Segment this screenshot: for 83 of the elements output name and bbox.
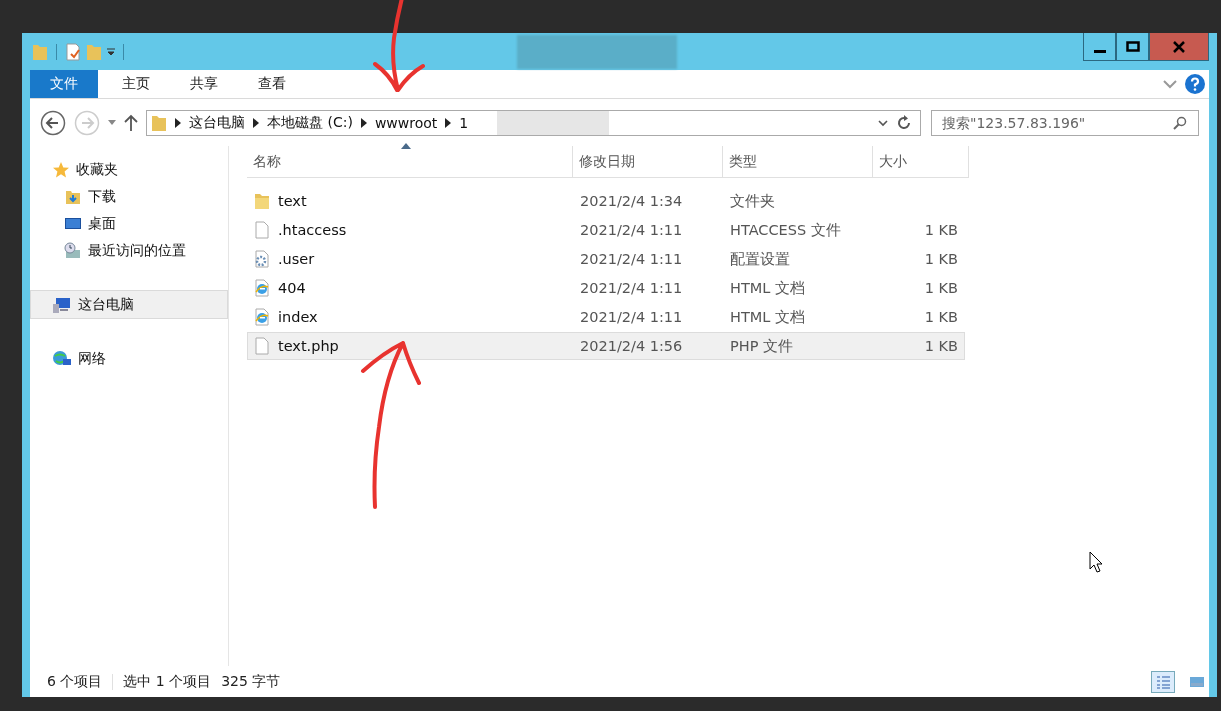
file-icon <box>254 337 270 355</box>
sidebar-item[interactable]: 网络 <box>30 345 228 372</box>
breadcrumb[interactable]: 这台电脑 <box>189 113 245 132</box>
sidebar-item[interactable]: 桌面 <box>30 210 228 237</box>
search-field[interactable]: 搜索"123.57.83.196" <box>931 109 1199 136</box>
type-text: PHP 文件 <box>730 336 793 356</box>
file-row[interactable]: text 2021/2/4 1:34 文件夹 <box>247 187 965 215</box>
chevron-icon[interactable] <box>175 117 181 128</box>
date-text: 2021/2/4 1:11 <box>580 280 683 296</box>
web-page-icon <box>254 279 270 297</box>
size-text: 1 KB <box>924 280 958 296</box>
breadcrumb[interactable]: wwwroot <box>374 114 438 131</box>
folder-icon <box>151 113 167 132</box>
back-icon[interactable] <box>40 109 66 136</box>
file-name: .user <box>278 251 315 267</box>
column-header[interactable]: 类型 <box>723 146 873 177</box>
file-row[interactable]: index 2021/2/4 1:11 HTML 文档 1 KB <box>247 303 965 331</box>
type-text: 文件夹 <box>730 191 775 211</box>
date-text: 2021/2/4 1:34 <box>580 193 683 209</box>
item-count: 6 个项目 <box>47 673 103 691</box>
column-header[interactable]: 大小 <box>873 146 969 177</box>
size-text: 1 KB <box>924 309 958 325</box>
address-bar[interactable]: 这台电脑 本地磁盘 (C:) wwwroot 1 <box>146 109 921 136</box>
up-arrow-icon[interactable] <box>124 113 138 132</box>
ribbon-tab[interactable]: 文件 <box>30 70 98 98</box>
help-icon[interactable] <box>1185 74 1205 94</box>
sidebar-item[interactable]: 最近访问的位置 <box>30 237 228 264</box>
close-icon <box>1172 39 1186 54</box>
maximize-button[interactable] <box>1116 33 1149 61</box>
sidebar-item[interactable]: 这台电脑 <box>30 290 228 319</box>
date-text: 2021/2/4 1:56 <box>580 338 683 354</box>
breadcrumb[interactable]: 1 <box>459 114 469 131</box>
file-icon <box>254 221 270 239</box>
search-icon[interactable] <box>1173 115 1187 130</box>
minimize-icon <box>1093 49 1106 53</box>
minimize-button[interactable] <box>1083 33 1116 61</box>
breadcrumb[interactable]: 本地磁盘 (C:) <box>267 113 353 132</box>
caret-icon[interactable] <box>108 119 116 126</box>
type-text: 配置设置 <box>730 249 790 269</box>
computer-icon <box>52 295 72 314</box>
dropdown-icon[interactable] <box>878 118 888 127</box>
details-view-icon <box>1155 674 1171 690</box>
network-icon <box>52 349 72 368</box>
file-row[interactable]: 404 2021/2/4 1:11 HTML 文档 1 KB <box>247 274 965 302</box>
dropdown-icon[interactable] <box>107 47 115 56</box>
type-text: HTML 文档 <box>730 307 805 327</box>
sidebar-item[interactable]: 收藏夹 <box>30 156 228 183</box>
thumbnail-view-icon <box>1189 674 1205 690</box>
type-text: HTACCESS 文件 <box>730 220 841 240</box>
settings-file-icon <box>254 250 270 268</box>
file-row[interactable]: .htaccess 2021/2/4 1:11 HTACCESS 文件 1 KB <box>247 216 965 244</box>
folder-icon <box>254 192 270 210</box>
file-row[interactable]: .user 2021/2/4 1:11 配置设置 1 KB <box>247 245 965 273</box>
date-text: 2021/2/4 1:11 <box>580 251 683 267</box>
web-page-icon <box>254 308 270 326</box>
refresh-icon[interactable] <box>896 113 912 132</box>
sidebar-item[interactable]: 下载 <box>30 183 228 210</box>
recent-places-icon <box>64 241 82 260</box>
selection-size: 325 字节 <box>221 673 281 691</box>
close-button[interactable] <box>1149 33 1209 61</box>
size-text: 1 KB <box>924 338 958 354</box>
date-text: 2021/2/4 1:11 <box>580 222 683 238</box>
size-text: 1 KB <box>924 222 958 238</box>
file-name: .htaccess <box>278 222 347 238</box>
file-name: text.php <box>278 338 339 354</box>
chevron-icon[interactable] <box>360 117 367 128</box>
file-name: index <box>278 309 318 325</box>
file-name: text <box>278 193 307 209</box>
file-name: 404 <box>278 280 306 296</box>
date-text: 2021/2/4 1:11 <box>580 309 683 325</box>
star-icon <box>52 160 70 179</box>
chevron-icon[interactable] <box>253 117 259 128</box>
chevron-icon[interactable] <box>445 117 452 128</box>
sort-ascending-icon[interactable] <box>401 143 411 149</box>
column-header[interactable]: 修改日期 <box>573 146 723 177</box>
maximize-icon <box>1125 39 1140 54</box>
properties-icon[interactable] <box>65 42 81 61</box>
file-row[interactable]: text.php 2021/2/4 1:56 PHP 文件 1 KB <box>247 332 965 360</box>
type-text: HTML 文档 <box>730 278 805 298</box>
mouse-cursor-icon <box>1089 551 1103 573</box>
size-text: 1 KB <box>924 251 958 267</box>
expand-ribbon-icon[interactable] <box>1163 79 1177 89</box>
selection-count: 选中 1 个项目 <box>123 673 212 691</box>
